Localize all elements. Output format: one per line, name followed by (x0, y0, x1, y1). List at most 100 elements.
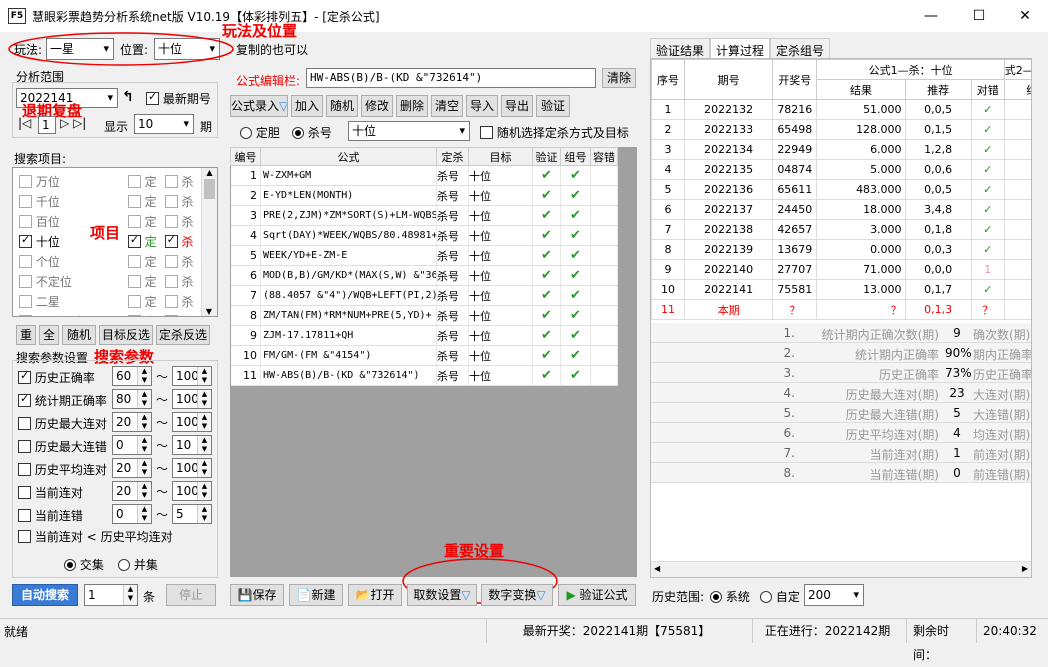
intersection-radio[interactable]: 交集 (64, 556, 104, 573)
verify-check-icon[interactable]: ✔ (532, 265, 561, 286)
sha-checkbox[interactable] (164, 275, 178, 288)
table-row[interactable]: 9 ZJM-17.17811+QH 杀号 十位 ✔ ✔ (230, 325, 618, 346)
toolbar-button[interactable]: 随机 (326, 95, 358, 117)
toolbar-button[interactable]: 导出 (501, 95, 533, 117)
table-row[interactable]: 120221327821651.0000,0,5✓-1.2 (651, 99, 1031, 120)
verify-check-icon[interactable]: ✔ (532, 205, 561, 226)
table-row[interactable]: 7 (88.4057 &"4")/WQB+LEFT(PI,2) 杀号 十位 ✔ ✔ (230, 285, 618, 306)
table-row[interactable]: 5 WEEK/YD+E-ZM-E 杀号 十位 ✔ ✔ (230, 245, 618, 266)
union-radio[interactable]: 并集 (118, 556, 158, 573)
toolbar-button[interactable]: 公式录入▽ (230, 95, 288, 117)
verify-formula-button[interactable]: ▶ 验证公式 (558, 584, 636, 606)
param-checkbox[interactable]: 历史最大连对 (18, 415, 107, 432)
minimize-button[interactable]: — (916, 6, 946, 26)
table-row[interactable]: 1 W-ZXM+GM 杀号 十位 ✔ ✔ (230, 165, 618, 186)
table-row[interactable]: 920221402770771.0000,0,012.7 (651, 259, 1031, 280)
param-min-input[interactable]: 80 ▲ ▼ (112, 389, 152, 409)
number-convert-button[interactable]: 数字变换▽ (481, 584, 553, 606)
group-check-icon[interactable]: ✔ (560, 205, 591, 226)
param-min-input[interactable]: 20 ▲ ▼ (112, 481, 152, 501)
param-max-input[interactable]: 100 ▲ ▼ (172, 481, 212, 501)
toolbar-button[interactable]: 导入 (466, 95, 498, 117)
list-scrollbar[interactable]: ▲ ▼ (201, 168, 217, 316)
ding-checkbox[interactable] (127, 195, 141, 208)
formula-col-header[interactable]: 容错 (590, 147, 618, 166)
param-checkbox[interactable]: 当前连错 (18, 507, 83, 524)
param-max-input[interactable]: 100 ▲ ▼ (172, 458, 212, 478)
table-row[interactable]: 32022134229496.0001,2,8✓2.7 (651, 139, 1031, 160)
param-min-input[interactable]: 20 ▲ ▼ (112, 458, 152, 478)
sha-checkbox[interactable] (164, 315, 178, 316)
group-check-icon[interactable]: ✔ (560, 345, 591, 366)
sha-checkbox[interactable] (164, 215, 178, 228)
sha-radio[interactable]: 杀号 (292, 124, 332, 141)
ding-radio[interactable]: 定胆 (240, 124, 280, 141)
param-min-input[interactable]: 0 ▲ ▼ (112, 504, 152, 524)
param-max-input[interactable]: 100 ▲ ▼ (172, 389, 212, 409)
verify-check-icon[interactable]: ✔ (532, 225, 561, 246)
table-row[interactable]: 72022138426573.0000,1,8✓1.7 (651, 219, 1031, 240)
search-item-checkbox[interactable] (19, 255, 32, 268)
maximize-button[interactable]: ☐ (964, 6, 994, 26)
right-tab[interactable]: 计算过程 (710, 38, 771, 58)
verify-check-icon[interactable]: ✔ (532, 325, 561, 346)
ding-checkbox[interactable] (127, 275, 141, 288)
first-page-icon[interactable]: |◁ (18, 116, 31, 130)
table-row[interactable]: 42022135048745.0000,0,6✓0.7 (651, 159, 1031, 180)
search-item[interactable]: 二星组选 定 杀 (19, 313, 199, 316)
ding-checkbox[interactable] (127, 175, 141, 188)
param-min-input[interactable]: 20 ▲ ▼ (112, 412, 152, 432)
formula-col-header[interactable]: 公式 (260, 147, 437, 166)
fetch-settings-button[interactable]: 取数设置▽ (407, 584, 477, 606)
verify-check-icon[interactable]: ✔ (532, 305, 561, 326)
toolbar-button[interactable]: 修改 (361, 95, 393, 117)
search-item-checkbox[interactable] (19, 233, 32, 248)
verify-check-icon[interactable]: ✔ (532, 365, 561, 386)
param-max-input[interactable]: 5 ▲ ▼ (172, 504, 212, 524)
right-tab[interactable]: 定杀组号 (770, 38, 831, 58)
sha-checkbox[interactable] (164, 295, 178, 308)
param-min-input[interactable]: 0 ▲ ▼ (112, 435, 152, 455)
page-input[interactable]: 1 (38, 116, 56, 134)
formula-col-header[interactable]: 编号 (230, 147, 261, 166)
group-check-icon[interactable]: ✔ (560, 305, 591, 326)
close-button[interactable]: ✕ (1010, 6, 1040, 26)
table-row[interactable]: 3 PRE(2,ZJM)*ZM*SORT(S)+LM-WQBS 杀号 十位 ✔ ✔ (230, 205, 618, 226)
param-checkbox[interactable]: 当前连对 (18, 484, 83, 501)
table-row[interactable]: 4 Sqrt(DAY)*WEEK/WQBS/80.48981+ 杀号 十位 ✔ ✔ (230, 225, 618, 246)
group-check-icon[interactable]: ✔ (560, 165, 591, 186)
search-op-button[interactable]: 重 (16, 325, 36, 345)
group-check-icon[interactable]: ✔ (560, 245, 591, 266)
param-checkbox[interactable]: 历史平均连对 (18, 461, 107, 478)
search-op-button[interactable]: 随机 (62, 325, 96, 345)
new-button[interactable]: 📄新建 (289, 584, 343, 606)
search-item[interactable]: 千位 定 杀 (19, 193, 199, 211)
search-op-button[interactable]: 全 (39, 325, 59, 345)
table-row[interactable]: 2202213365498128.0000,1,5✓-1.2 (651, 119, 1031, 140)
group-check-icon[interactable]: ✔ (560, 325, 591, 346)
param-max-input[interactable]: 100 ▲ ▼ (172, 412, 212, 432)
group-check-icon[interactable]: ✔ (560, 225, 591, 246)
verify-check-icon[interactable]: ✔ (532, 245, 561, 266)
formula-col-header[interactable]: 组号 (560, 147, 591, 166)
search-op-button[interactable]: 目标反选 (99, 325, 153, 345)
search-item-checkbox[interactable] (19, 275, 32, 288)
search-item[interactable]: 个位 定 杀 (19, 253, 199, 271)
param-max-input[interactable]: 10 ▲ ▼ (172, 435, 212, 455)
param-checkbox[interactable]: 历史最大连错 (18, 438, 107, 455)
ding-checkbox[interactable] (127, 233, 141, 248)
group-check-icon[interactable]: ✔ (560, 265, 591, 286)
open-button[interactable]: 📂打开 (348, 584, 402, 606)
param-checkbox[interactable]: 统计期正确率 (18, 392, 107, 409)
compare-row[interactable]: 当前连对 < 历史平均连对 (18, 528, 173, 545)
ding-checkbox[interactable] (127, 255, 141, 268)
search-item[interactable]: 不定位 定 杀 (19, 273, 199, 291)
next-page-icon[interactable]: ▷ ▷| (60, 116, 86, 130)
table-row[interactable]: 11 HW-ABS(B)/B-(KD &"732614") 杀号 十位 ✔ ✔ (230, 365, 618, 386)
random-mode-checkbox[interactable]: 随机选择定杀方式及目标 (480, 124, 629, 141)
show-count-select[interactable]: 10 (134, 114, 194, 134)
toolbar-button[interactable]: 清空 (431, 95, 463, 117)
current-row[interactable]: 11 本期？？ 0,1,3？ (651, 299, 1031, 320)
param-checkbox[interactable]: 历史正确率 (18, 369, 95, 386)
stop-button[interactable]: 停止 (166, 584, 216, 606)
